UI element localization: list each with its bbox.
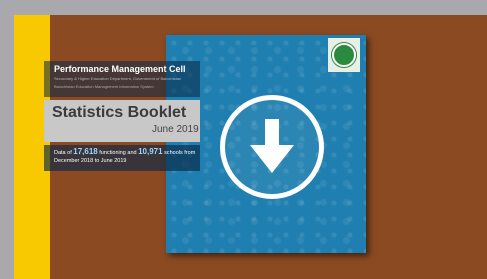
top-frame [0,0,487,15]
stat-count-2: 10,971 [138,147,163,156]
stat-prefix: Data of [54,150,72,156]
stat-count-1: 17,618 [73,147,98,156]
government-seal-icon [328,38,360,72]
download-arrow-icon [250,119,294,173]
stat-line-1: Data of 17,618 functioning and 10,971 sc… [54,147,195,156]
booklet-header-subtitle-2: Balochistan Education Management Informa… [54,84,154,89]
left-frame [0,15,14,279]
stat-middle: functioning and [99,150,137,156]
booklet-date: June 2019 [152,124,199,135]
seal-emblem [332,43,356,67]
booklet-header-title: Performance Management Cell [54,64,186,74]
stat-suffix: schools from [164,150,196,156]
booklet-header-subtitle: Secondary & Higher Education Department,… [54,76,182,81]
stat-line-2: December 2018 to June 2019 [54,158,127,164]
booklet-title: Statistics Booklet [52,104,187,121]
download-button[interactable] [220,95,324,199]
